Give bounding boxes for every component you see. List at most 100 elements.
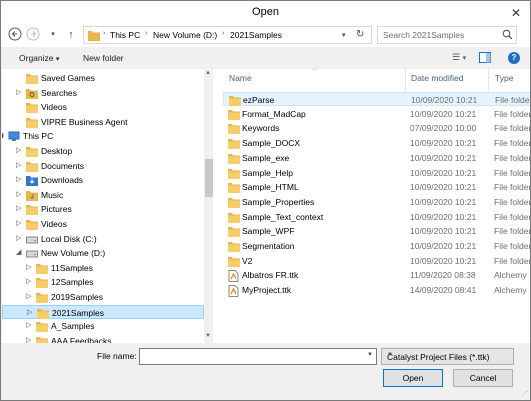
file-row[interactable]: ezParse 10/09/2020 10:21 File folder [223,92,530,106]
file-name-label: File name: [97,351,137,361]
column-header-date-modified[interactable]: Date modified [411,73,463,83]
file-name-input[interactable]: ▼ [139,348,377,365]
breadcrumb-new-volume[interactable]: New Volume (D:) [153,30,217,40]
preview-pane-icon[interactable] [479,52,491,65]
collapsed-arrow-icon[interactable]: ▷ [16,234,21,242]
collapsed-arrow-icon[interactable]: ▷ [26,277,31,285]
file-date: 10/09/2020 10:21 [410,255,477,266]
file-row[interactable]: Albatros FR.ttk 11/09/2020 08:38 Alchemy [223,268,530,283]
collapsed-arrow-icon[interactable]: ▷ [26,292,31,300]
column-header-name[interactable]: Name [229,73,252,83]
search-icon [502,29,513,40]
open-button[interactable]: Open [383,369,443,387]
tree-item[interactable]: ▷ Searches [2,86,204,100]
file-date: 10/09/2020 10:21 [410,196,477,207]
file-row[interactable]: Sample_WPF 10/09/2020 10:21 File folder [223,224,530,238]
tree-item[interactable]: ▷ Music [2,188,204,202]
file-row[interactable]: Keywords 07/09/2020 10:00 File folder [223,121,530,135]
file-date: 10/09/2020 10:21 [410,167,477,178]
column-header-type[interactable]: Type [495,73,513,83]
expanded-arrow-icon[interactable]: ◢ [16,248,21,256]
folder-icon [37,308,49,321]
tree-item[interactable]: ▷ 12Samples [2,275,204,289]
organize-button[interactable]: Organize ▾ [19,53,59,63]
up-folder-icon[interactable]: ↑ [63,27,79,43]
file-row[interactable]: Segmentation 10/09/2020 10:21 File folder [223,239,530,253]
collapsed-arrow-icon[interactable]: ▷ [16,161,21,169]
file-date: 10/09/2020 10:21 [410,211,477,222]
file-row[interactable]: V2 10/09/2020 10:21 File folder [223,254,530,268]
collapsed-arrow-icon[interactable]: ▷ [16,219,21,227]
scroll-down-icon[interactable]: ▼ [205,333,211,339]
resize-grip-icon[interactable]: ⋰ [521,390,528,398]
tree-item[interactable]: ▷ Downloads [2,173,204,187]
tree-item[interactable]: ◢ New Volume (D:) [2,246,204,260]
recent-locations-icon[interactable]: ▾ [45,27,61,43]
address-dropdown-icon[interactable]: ▾ [342,31,346,39]
tree-item[interactable]: ▷ Videos [2,217,204,231]
collapsed-arrow-icon[interactable]: ▷ [16,175,21,183]
collapsed-arrow-icon[interactable]: ▷ [16,190,21,198]
back-icon[interactable] [7,27,23,43]
forward-icon[interactable] [25,27,41,43]
search-placeholder: Search 2021Samples [383,30,465,40]
collapsed-arrow-icon[interactable]: ▷ [26,321,31,329]
collapsed-arrow-icon[interactable]: ▷ [26,336,31,343]
scroll-up-icon[interactable]: ▲ [205,70,211,76]
search-input[interactable]: Search 2021Samples [377,26,517,44]
column-divider[interactable] [488,69,489,91]
breadcrumb-this-pc[interactable]: This PC [110,30,140,40]
tree-item[interactable]: ▷ 2021Samples [2,304,204,321]
file-row[interactable]: Sample_exe 10/09/2020 10:21 File folder [223,151,530,165]
refresh-icon[interactable]: ↻ [356,29,364,40]
file-row[interactable]: Sample_Properties 10/09/2020 10:21 File fo… [223,195,530,209]
file-row[interactable]: Sample_DOCX 10/09/2020 10:21 File folder [223,136,530,150]
chevron-down-icon: ▼ [387,352,393,358]
folder-icon [228,212,240,225]
tree-item[interactable]: ▷ 2019Samples [2,290,204,304]
tree-scrollbar[interactable]: ▲ ▼ [204,69,213,343]
expanded-arrow-icon[interactable]: ◢ [2,131,3,139]
address-bar[interactable]: › This PC › New Volume (D:) › 2021Sample… [83,26,372,44]
tree-item[interactable]: ◢ This PC [2,129,204,143]
new-folder-button[interactable]: New folder [83,53,124,63]
file-row[interactable]: Format_MadCap 10/09/2020 10:21 File folder [223,107,530,121]
help-icon[interactable]: ? [508,52,520,64]
ttk-file-icon [228,285,239,299]
tree-item[interactable]: ▷ 11Samples [2,261,204,275]
breadcrumb-2021samples[interactable]: 2021Samples [230,30,282,40]
file-type: File folder [494,226,530,237]
close-icon[interactable]: ✕ [508,6,524,20]
column-divider[interactable] [405,69,406,91]
music-folder-icon [26,190,38,203]
tree-item[interactable]: ▷ A_Samples [2,319,204,333]
collapsed-arrow-icon[interactable]: ▷ [16,204,21,212]
tree-item[interactable]: ▷ Local Disk (C:) [2,232,204,246]
scroll-thumb[interactable] [205,159,213,197]
collapsed-arrow-icon[interactable]: ▷ [27,308,32,316]
file-date: 10/09/2020 10:21 [410,241,477,251]
tree-item[interactable]: Videos [2,100,204,114]
file-row[interactable]: MyProject.ttk 14/09/2020 08:41 Alchemy [223,283,530,299]
collapsed-arrow-icon[interactable]: ▷ [26,263,31,271]
tree-item[interactable]: ▷ Desktop [2,144,204,158]
file-row[interactable]: Sample_Help 10/09/2020 10:21 File folder [223,166,530,180]
file-row[interactable]: Sample_HTML 10/09/2020 10:21 File folder [223,180,530,194]
view-options-icon[interactable]: ☰ ▾ [452,52,466,63]
chevron-down-icon[interactable]: ▼ [367,352,373,358]
tree-item[interactable]: ▷ AAA Feedbacks [2,334,204,343]
folder-icon [228,226,240,239]
tree-item[interactable]: VIPRE Business Agent [2,115,204,129]
cancel-button[interactable]: Cancel [453,369,513,387]
folder-icon [228,197,240,210]
collapsed-arrow-icon[interactable]: ▷ [16,146,21,154]
file-type: File folder [494,241,530,251]
tree-item[interactable]: Saved Games [2,71,204,85]
tree-item[interactable]: ▷ Documents [2,159,204,173]
tree-item[interactable]: ▷ Pictures [2,202,204,216]
tree-item-label: Saved Games [41,73,95,83]
file-row[interactable]: Sample_Text_context 10/09/2020 10:21 File … [223,210,530,224]
file-type-select[interactable]: Catalyst Project Files (*.ttk) ▼ [381,348,514,365]
folder-icon [36,292,48,305]
collapsed-arrow-icon[interactable]: ▷ [16,88,21,96]
